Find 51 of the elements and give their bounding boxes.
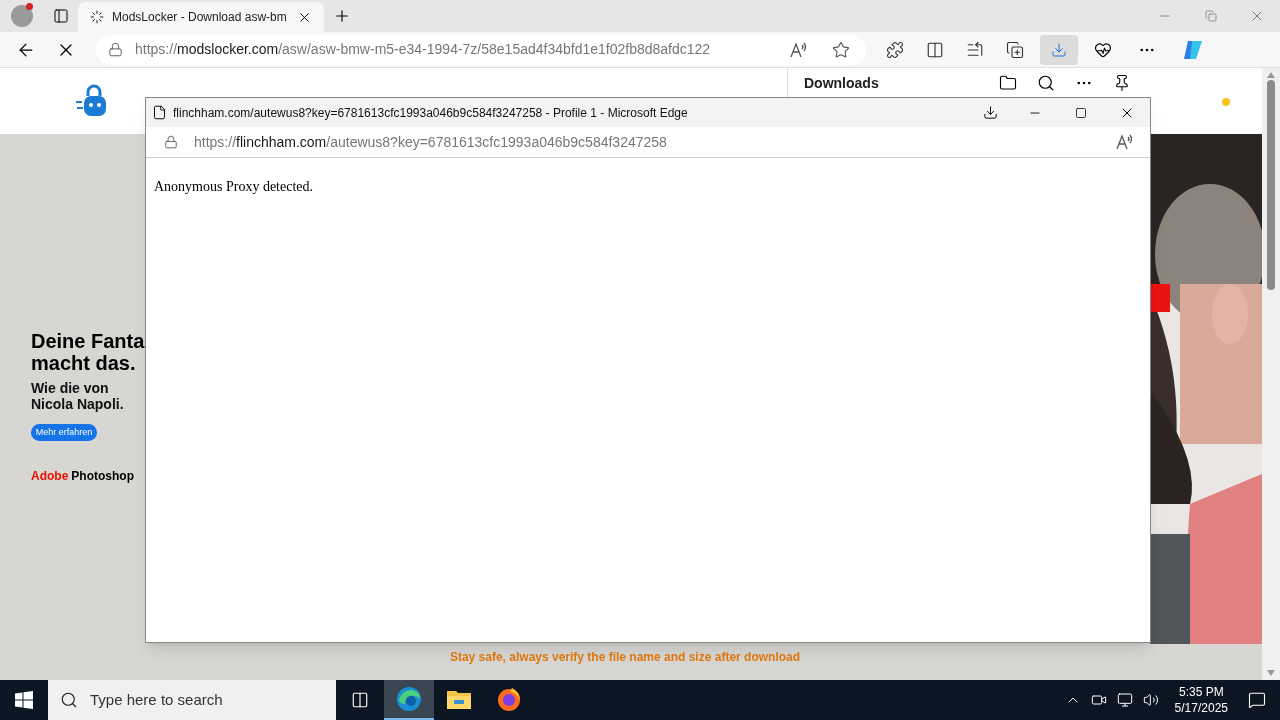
firefox-icon[interactable]: [496, 686, 522, 712]
network-icon[interactable]: [1116, 692, 1133, 708]
tab-actions-icon[interactable]: [53, 8, 69, 24]
task-view-icon[interactable]: [351, 691, 369, 709]
scrollbar-thumb[interactable]: [1267, 80, 1275, 290]
read-aloud-icon[interactable]: [790, 41, 808, 58]
tab-title: ModsLocker - Download asw-bm: [112, 9, 288, 26]
downloads-title: Downloads: [804, 73, 880, 93]
url-text[interactable]: https://flinchham.com/autewus8?key=6781613cfc1993a046b9c584f3247258: [194, 131, 1100, 153]
split-screen-icon[interactable]: [926, 40, 944, 59]
ad-product: Photoshop: [71, 468, 134, 485]
popup-address-bar[interactable]: https://flinchham.com/autewus8?key=6781613cfc1993a046b9c584f3247258: [146, 127, 1150, 158]
taskbar-search-field[interactable]: Type here to search: [48, 680, 336, 720]
favorites-icon[interactable]: [966, 40, 984, 59]
ad-headline: Deine Fanta macht das.: [31, 330, 145, 374]
download-icon[interactable]: [982, 105, 998, 120]
clock-time: 5:35 PM: [1178, 684, 1224, 700]
pin-icon[interactable]: [1113, 74, 1131, 92]
ad-subline: Wie die von Nicola Napoli.: [31, 380, 125, 412]
lock-icon: [108, 42, 123, 57]
collections-icon[interactable]: [1006, 40, 1024, 59]
folder-icon[interactable]: [999, 74, 1017, 92]
download-icon: [1051, 41, 1067, 58]
volume-icon[interactable]: [1142, 692, 1159, 708]
ad-brand: Adobe: [31, 468, 69, 485]
popup-title: flinchham.com/autewus8?key=6781613cfc1993a046b9c584f3247258 - Profile 1 - Microsoft Edge: [173, 104, 689, 122]
browser-essentials-icon[interactable]: [1094, 40, 1112, 59]
favorite-star-icon[interactable]: [832, 40, 850, 59]
search-icon[interactable]: [1037, 74, 1055, 92]
extensions-icon[interactable]: [886, 40, 904, 59]
download-notice: Stay safe, always verify the file name and size after download: [449, 649, 801, 666]
page-message: Anonymous Proxy detected.: [154, 178, 315, 196]
profile-avatar[interactable]: [11, 5, 33, 27]
page-icon: [152, 105, 167, 120]
windows-start-icon[interactable]: [15, 691, 33, 709]
lock-icon: [164, 135, 178, 149]
loading-icon[interactable]: [90, 10, 104, 24]
read-aloud-icon[interactable]: [1116, 134, 1134, 150]
notifications-icon[interactable]: [1248, 691, 1266, 709]
copilot-icon[interactable]: [1182, 38, 1204, 61]
edge-browser-icon[interactable]: [396, 686, 422, 712]
ad-button[interactable]: Mehr erfahren: [31, 424, 97, 441]
folder-icon[interactable]: [446, 688, 472, 710]
maximize-icon[interactable]: [1075, 106, 1087, 119]
address-bar[interactable]: https://modslocker.com/asw/asw-bmw-m5-e34-1994-7z/58e15ad4f34bfd1e1f02fb8d8afdc122: [96, 34, 866, 65]
scrollbar[interactable]: [1262, 68, 1280, 680]
clock-date: 5/17/2025: [1174, 700, 1228, 716]
search-icon: [60, 691, 78, 709]
browser-tab[interactable]: ModsLocker - Download asw-bm: [78, 2, 324, 32]
new-tab-icon[interactable]: [333, 7, 351, 25]
camera-icon[interactable]: [1090, 692, 1107, 708]
